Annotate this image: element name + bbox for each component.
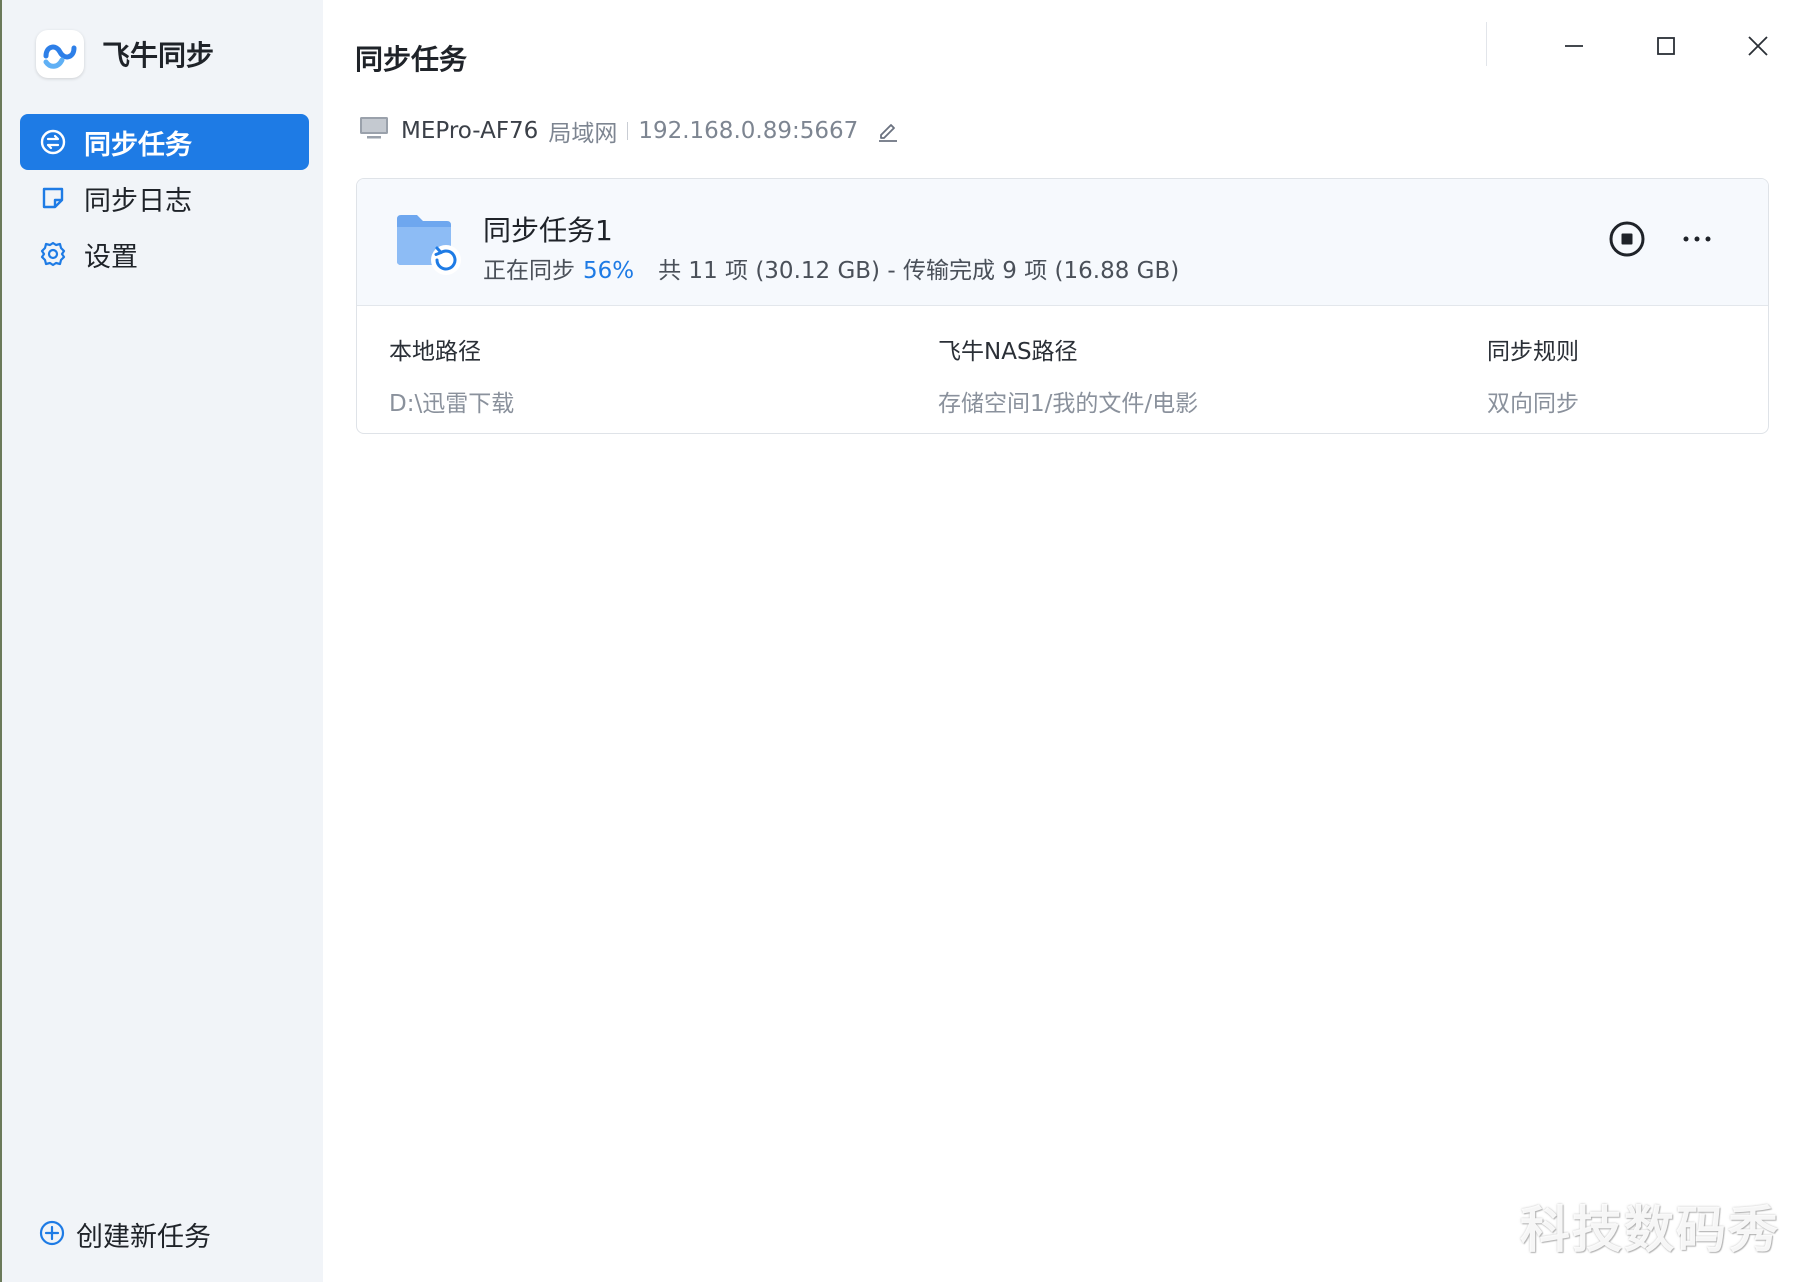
task-header: 同步任务1 正在同步 56% 共 11 项 (30.12 GB) - 传输完成 9 … <box>357 179 1768 306</box>
close-icon <box>1748 36 1768 56</box>
edit-device-button[interactable] <box>876 119 900 143</box>
local-path-column: 本地路径 D:\迅雷下载 <box>389 332 514 418</box>
nas-path-value: 存储空间1/我的文件/电影 <box>938 391 1199 417</box>
nas-path-label: 飞牛NAS路径 <box>938 339 1078 365</box>
more-options-button[interactable] <box>1677 219 1717 263</box>
task-summary: 共 11 项 (30.12 GB) - 传输完成 9 项 (16.88 GB) <box>658 258 1180 284</box>
app-logo-icon <box>36 30 84 78</box>
log-icon <box>38 183 68 213</box>
sync-folder-icon <box>395 211 463 281</box>
create-task-button[interactable]: 创建新任务 <box>38 1215 211 1254</box>
device-name: MEPro-AF76 <box>401 118 539 144</box>
sidebar-item-sync-tasks[interactable]: 同步任务 <box>20 114 309 170</box>
plus-circle-icon <box>38 1219 66 1251</box>
sync-rule-value: 双向同步 <box>1487 391 1579 417</box>
maximize-button[interactable] <box>1620 0 1712 92</box>
watermark: 科技数码秀 <box>1520 1201 1780 1259</box>
task-name: 同步任务1 <box>483 214 613 247</box>
local-path-label: 本地路径 <box>389 339 481 365</box>
create-task-label: 创建新任务 <box>76 1222 211 1253</box>
sync-rule-label: 同步规则 <box>1487 339 1579 365</box>
task-details: 本地路径 D:\迅雷下载 飞牛NAS路径 存储空间1/我的文件/电影 同步规则 … <box>357 306 1768 433</box>
more-horizontal-icon <box>1683 236 1711 242</box>
window-controls <box>1528 0 1804 92</box>
nas-path-column: 飞牛NAS路径 存储空间1/我的文件/电影 <box>938 332 1198 418</box>
titlebar-divider <box>1486 22 1487 66</box>
sidebar-nav: 同步任务 同步日志 设置 <box>20 114 309 282</box>
stop-icon <box>1609 221 1645 257</box>
separator <box>627 122 629 140</box>
close-button[interactable] <box>1712 0 1804 92</box>
main-panel: 同步任务 MEPro-AF76 局域网 192.168.0.89:5667 同步… <box>323 0 1804 1282</box>
minimize-icon <box>1565 45 1583 47</box>
task-status: 正在同步 <box>483 258 575 284</box>
edit-icon <box>879 124 898 142</box>
task-card[interactable]: 同步任务1 正在同步 56% 共 11 项 (30.12 GB) - 传输完成 9 … <box>356 178 1769 434</box>
task-status-line: 正在同步 56% 共 11 项 (30.12 GB) - 传输完成 9 项 (16.… <box>483 251 1179 285</box>
device-info: MEPro-AF76 局域网 192.168.0.89:5667 <box>359 114 900 148</box>
sidebar-item-sync-log[interactable]: 同步日志 <box>20 170 309 226</box>
monitor-icon <box>359 115 389 147</box>
local-path-value: D:\迅雷下载 <box>389 391 515 417</box>
network-type: 局域网 <box>548 121 618 147</box>
sidebar: 飞牛同步 同步任务 同步日志 设置 创建新任务 <box>0 0 323 1282</box>
device-address: 192.168.0.89:5667 <box>638 118 859 144</box>
sidebar-item-label: 同步日志 <box>84 185 192 217</box>
stop-sync-button[interactable] <box>1607 219 1647 263</box>
page-title: 同步任务 <box>355 43 468 76</box>
sidebar-item-settings[interactable]: 设置 <box>20 226 309 282</box>
gear-icon <box>38 239 68 269</box>
task-progress: 56% <box>583 258 635 284</box>
sidebar-item-label: 同步任务 <box>84 129 192 161</box>
sync-rule-column: 同步规则 双向同步 <box>1487 332 1579 418</box>
maximize-icon <box>1657 37 1675 55</box>
app-window: 飞牛同步 同步任务 同步日志 设置 创建新任务 同步任务 MEPro-AF76 … <box>0 0 1804 1282</box>
minimize-button[interactable] <box>1528 0 1620 92</box>
sidebar-item-label: 设置 <box>84 241 138 273</box>
sync-icon <box>38 127 68 157</box>
app-name: 飞牛同步 <box>102 39 215 72</box>
brand: 飞牛同步 <box>36 30 214 78</box>
